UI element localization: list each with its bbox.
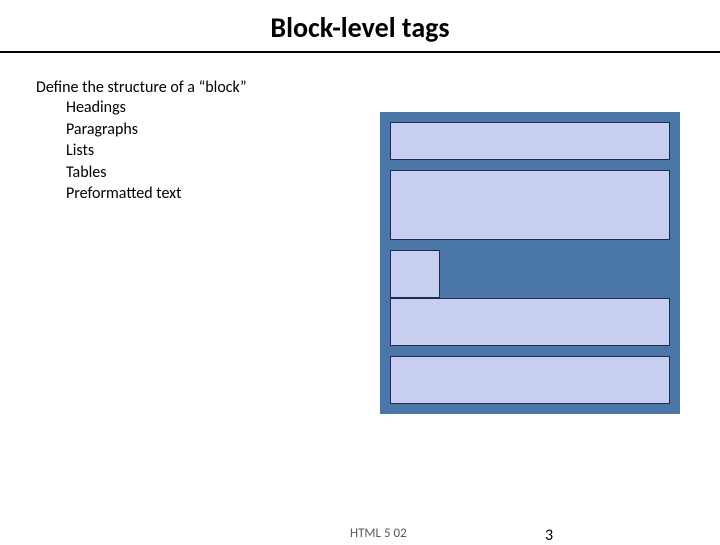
diagram-block: [390, 170, 670, 240]
title-area: Block-level tags: [0, 0, 720, 53]
diagram-row: [390, 250, 670, 298]
diagram-block: [390, 356, 670, 404]
list-item: Headings: [66, 97, 247, 119]
lead-text: Define the structure of a “block”: [36, 78, 247, 97]
content-block: Define the structure of a “block” Headin…: [36, 78, 247, 205]
block-diagram: [380, 112, 680, 414]
list-item: Preformatted text: [66, 183, 247, 205]
diagram-block: [390, 250, 440, 298]
footer-label: HTML 5 02: [350, 526, 407, 541]
list-item: Tables: [66, 162, 247, 184]
diagram-block: [390, 298, 670, 346]
diagram-block: [390, 122, 670, 160]
list-item: Lists: [66, 140, 247, 162]
list-item: Paragraphs: [66, 119, 247, 141]
title-underline: [0, 51, 720, 53]
slide-title: Block-level tags: [0, 10, 720, 45]
page-number: 3: [545, 526, 553, 545]
